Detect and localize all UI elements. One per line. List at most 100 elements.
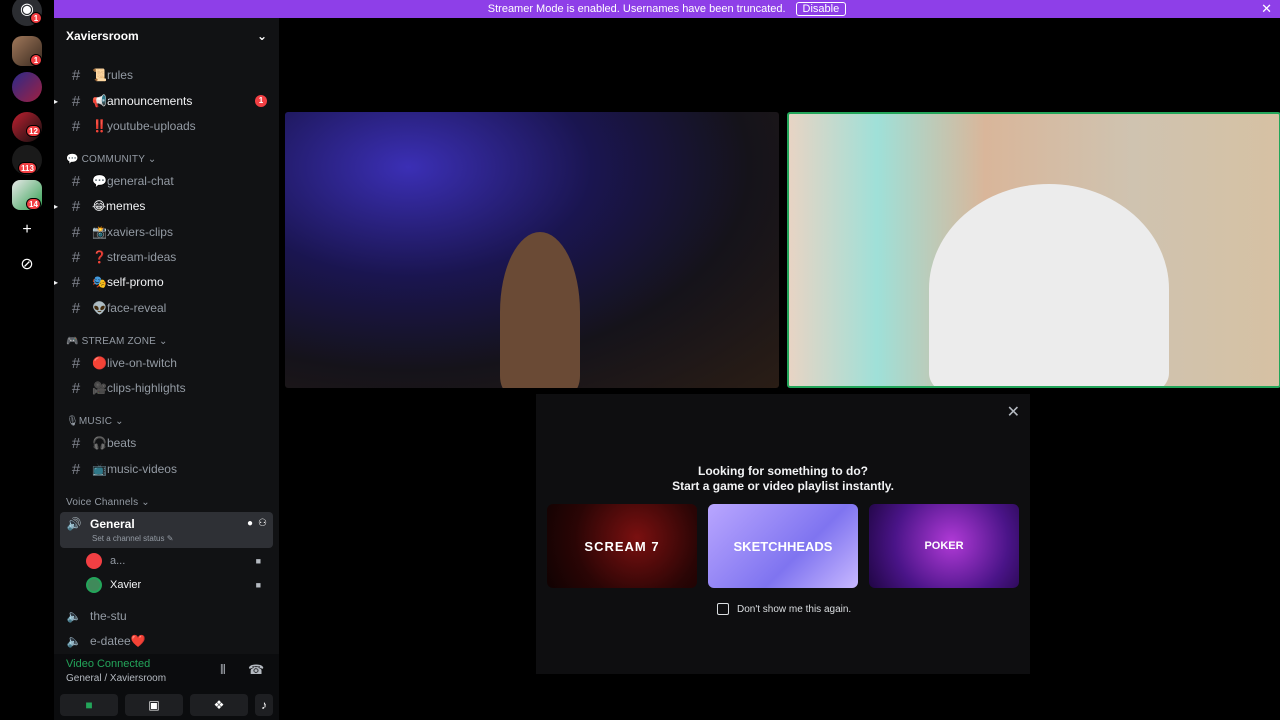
activities-button[interactable]: ❖ bbox=[190, 694, 248, 716]
hash-icon: # bbox=[71, 299, 81, 317]
screen-share-button[interactable]: ▣ bbox=[125, 694, 183, 716]
channel-beats[interactable]: # 🎧beats bbox=[60, 432, 273, 454]
server-name: Xaviersroom bbox=[66, 29, 139, 43]
category-stream-zone[interactable]: 🎮 STREAM ZONE ⌄ bbox=[66, 336, 168, 347]
activity-card-poker[interactable]: POKER bbox=[869, 504, 1019, 588]
category-label: 💬 COMMUNITY bbox=[66, 154, 145, 165]
speaker-icon: 🔊 bbox=[66, 517, 82, 531]
card-title: SCREAM 7 bbox=[584, 538, 660, 554]
camera-button[interactable]: ■ bbox=[60, 694, 118, 716]
checkbox-label: Don't show me this again. bbox=[737, 603, 852, 615]
channel-label: 🔴live-on-twitch bbox=[92, 356, 177, 370]
channel-label: 👽face-reveal bbox=[92, 301, 167, 315]
category-voice-channels[interactable]: Voice Channels ⌄ bbox=[66, 497, 150, 508]
category-label: 🎙MUSIC bbox=[66, 416, 113, 427]
card-title: SKETCHHEADS bbox=[733, 538, 833, 554]
channel-clips-highlights[interactable]: # 🎥clips-highlights bbox=[60, 377, 273, 399]
channel-music-videos[interactable]: # 📺music-videos bbox=[60, 458, 273, 480]
camera-icon: ■ bbox=[255, 556, 261, 566]
card-title: POKER bbox=[924, 540, 964, 552]
channel-xaviers-clips[interactable]: # 📸xaviers-clips bbox=[60, 221, 273, 243]
voice-call-area: ✕ Looking for something to do? Start a g… bbox=[279, 18, 1280, 720]
channel-label: 📢announcements bbox=[92, 94, 193, 108]
soundboard-button[interactable]: ♪ bbox=[255, 694, 273, 716]
checkbox[interactable] bbox=[717, 603, 729, 615]
channel-rules[interactable]: # 📜rules bbox=[60, 64, 273, 86]
channel-label: 📜rules bbox=[92, 68, 133, 82]
prompt-subtitle: Start a game or video playlist instantly… bbox=[672, 479, 894, 493]
voice-channel-e-datee[interactable]: 🔈 e-datee❤️ bbox=[60, 631, 273, 651]
channel-label: 💬general-chat bbox=[92, 174, 174, 188]
hash-icon: # bbox=[71, 117, 81, 135]
dont-show-again[interactable]: Don't show me this again. bbox=[717, 603, 851, 615]
video-tile-user-1[interactable] bbox=[285, 112, 779, 388]
prompt-title: Looking for something to do? bbox=[698, 464, 868, 478]
participant-video bbox=[500, 232, 580, 388]
banner-close-icon[interactable]: ✕ bbox=[1261, 1, 1272, 17]
disconnect-icon[interactable]: ☎ bbox=[248, 662, 264, 678]
activity-card-scream[interactable]: SCREAM 7 bbox=[547, 504, 697, 588]
home-badge: 1 bbox=[30, 12, 42, 24]
channel-label: ‼️youtube-uploads bbox=[92, 119, 196, 133]
close-icon[interactable]: ✕ bbox=[1007, 402, 1020, 422]
disable-streamer-mode-button[interactable]: Disable bbox=[795, 2, 847, 16]
connection-status[interactable]: Video Connected bbox=[66, 658, 150, 670]
hash-icon: # bbox=[71, 197, 81, 215]
noise-suppression-icon[interactable]: ⦀ bbox=[220, 662, 226, 678]
channel-memes[interactable]: ▸ # 😂memes bbox=[54, 195, 273, 217]
voice-user[interactable]: a... ■ bbox=[86, 550, 267, 572]
activity-prompt: ✕ Looking for something to do? Start a g… bbox=[536, 394, 1030, 674]
channel-sidebar: Xaviersroom ⌄ # 📜rules ▸ # 📢announcement… bbox=[54, 18, 279, 720]
chevron-down-icon: ⌄ bbox=[256, 29, 267, 43]
banner-text: Streamer Mode is enabled. Usernames have… bbox=[487, 3, 786, 15]
speaker-icon: 🔈 bbox=[66, 634, 82, 648]
category-community[interactable]: 💬 COMMUNITY ⌄ bbox=[66, 154, 156, 165]
server-rail: ◉ 1 1 12 113 14 + ⊘ bbox=[0, 0, 54, 720]
voice-channel-label: General bbox=[90, 517, 135, 531]
voice-channel-general[interactable]: 🔊 General Set a channel status ✎ ● ⚇ bbox=[60, 512, 273, 548]
participant-video bbox=[929, 184, 1169, 386]
hash-icon: # bbox=[71, 66, 81, 84]
invite-icon[interactable]: ⚇ bbox=[258, 518, 267, 529]
chat-icon[interactable]: ● bbox=[247, 518, 253, 529]
voice-channel-the-stu[interactable]: 🔈 the-stu bbox=[60, 606, 273, 626]
channel-label: 🎧beats bbox=[92, 436, 137, 450]
channel-general-chat[interactable]: # 💬general-chat bbox=[60, 170, 273, 192]
server-3-badge: 12 bbox=[26, 125, 41, 137]
hash-icon: # bbox=[71, 248, 81, 266]
avatar bbox=[86, 577, 102, 593]
hash-icon: # bbox=[71, 379, 81, 397]
hash-icon: # bbox=[71, 273, 81, 291]
voice-connection-panel: Video Connected General / Xaviersroom ⦀ … bbox=[54, 654, 279, 720]
hash-icon: # bbox=[71, 172, 81, 190]
server-header[interactable]: Xaviersroom ⌄ bbox=[54, 18, 279, 54]
channel-status[interactable]: Set a channel status ✎ bbox=[92, 534, 173, 543]
channel-label: ❓stream-ideas bbox=[92, 250, 177, 264]
channel-self-promo[interactable]: ▸ # 🎭self-promo bbox=[54, 271, 273, 293]
channel-label: 🎭self-promo bbox=[92, 275, 164, 289]
streamer-mode-banner: Streamer Mode is enabled. Usernames have… bbox=[54, 0, 1280, 18]
discover-icon[interactable]: ⊘ bbox=[17, 255, 37, 275]
hash-icon: # bbox=[71, 434, 81, 452]
activity-card-sketchheads[interactable]: SKETCHHEADS bbox=[708, 504, 858, 588]
category-music[interactable]: 🎙MUSIC ⌄ bbox=[66, 416, 124, 427]
hash-icon: # bbox=[71, 460, 81, 478]
video-tile-xavier[interactable] bbox=[787, 112, 1280, 388]
server-5-badge: 14 bbox=[26, 198, 41, 210]
connection-channel[interactable]: General / Xaviersroom bbox=[66, 673, 166, 684]
unread-dot-icon: ▸ bbox=[54, 278, 59, 287]
hash-icon: # bbox=[71, 354, 81, 372]
unread-dot-icon: ▸ bbox=[54, 202, 59, 211]
channel-label: 😂memes bbox=[92, 199, 146, 213]
channel-face-reveal[interactable]: # 👽face-reveal bbox=[60, 297, 273, 319]
mention-badge: 1 bbox=[255, 95, 267, 107]
channel-live-on-twitch[interactable]: # 🔴live-on-twitch bbox=[60, 352, 273, 374]
voice-user[interactable]: Xavier ■ bbox=[86, 574, 267, 596]
channel-stream-ideas[interactable]: # ❓stream-ideas bbox=[60, 246, 273, 268]
server-icon-2[interactable] bbox=[12, 72, 42, 102]
channel-announcements[interactable]: ▸ # 📢announcements 1 bbox=[54, 90, 273, 112]
add-server-icon[interactable]: + bbox=[17, 220, 37, 240]
server-4-badge: 113 bbox=[18, 162, 37, 174]
channel-youtube-uploads[interactable]: # ‼️youtube-uploads bbox=[60, 115, 273, 137]
voice-channel-label: e-datee❤️ bbox=[90, 634, 146, 648]
